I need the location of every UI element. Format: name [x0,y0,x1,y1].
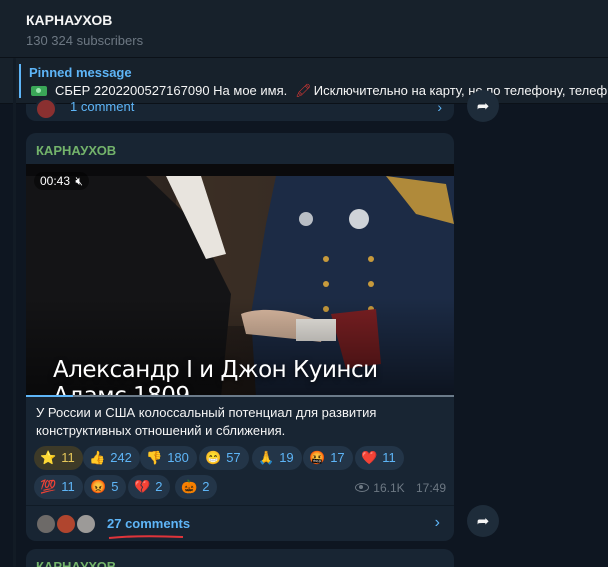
reaction-pray[interactable]: 🙏 19 [252,446,302,470]
broken-heart-icon: 💔 [134,479,151,494]
reaction-count: 2 [202,479,210,494]
thumbs-up-icon: 👍 [89,450,106,465]
video-progress-fill [26,395,74,397]
muted-speaker-icon[interactable]: 🔇︎ [75,174,83,188]
subscriber-count: 130 324 subscribers [26,33,144,48]
scrollbar[interactable] [13,58,16,567]
reaction-star[interactable]: ⭐ 11 [34,446,83,470]
pinned-label: Pinned message [29,65,132,80]
view-count: 16.1K [373,481,405,495]
reaction-count: 17 [330,450,345,465]
red-underline-annotation [108,535,184,539]
reaction-heart[interactable]: ❤️ 11 [355,446,404,470]
red-marker-icon: 🖍 [295,83,312,98]
star-icon: ⭐ [40,450,57,465]
reaction-count: 19 [279,450,294,465]
video-timer: 00:43 🔇︎ [34,172,89,190]
reaction-thumbs-down[interactable]: 👎 180 [140,446,197,470]
timer-text: 00:43 [40,174,71,188]
reaction-count: 180 [167,450,189,465]
next-post[interactable]: КАРНАУХОВ [26,549,454,567]
share-icon: ➦ [476,513,490,530]
reaction-grin[interactable]: 😁 57 [199,446,249,470]
hundred-icon: 💯 [40,479,57,494]
pumpkin-icon: 🎃 [181,479,198,494]
pinned-indicator [19,64,21,98]
eye-icon [355,483,370,492]
commenter-avatar [35,513,57,535]
reaction-count: 11 [61,479,75,494]
share-icon: ➦ [476,98,490,115]
thumbs-down-icon: 👎 [146,450,163,465]
chevron-right-icon[interactable]: › [437,99,442,115]
grin-icon: 😁 [205,450,222,465]
reaction-count: 11 [382,450,396,465]
previous-message: 1 comment › [26,98,454,121]
reaction-angry[interactable]: 😡 5 [84,475,127,499]
channel-post[interactable]: КАРНАУХОВ 00:43 🔇︎ Александр I и Джон Ку… [26,133,454,541]
share-button-previous[interactable]: ➦ [467,90,499,122]
pray-icon: 🙏 [258,450,275,465]
post-author[interactable]: КАРНАУХОВ [36,143,116,158]
commenter-avatar [75,513,97,535]
cash-icon [31,86,47,96]
reaction-count: 2 [155,479,163,494]
post-meta: 16.1K 17:49 [355,481,446,495]
previous-comments-link[interactable]: 1 comment [70,99,134,114]
reaction-pumpkin[interactable]: 🎃 2 [175,475,218,499]
post-text: У России и США колоссальный потенциал дл… [36,405,377,438]
channel-header[interactable]: КАРНАУХОВ 130 324 subscribers [0,0,608,58]
video-player[interactable]: 00:43 🔇︎ Александр I и Джон Куинси Адамс… [26,164,454,397]
pinned-text: СБЕР 2202200527167090 На мое имя. 🖍 Исключ… [31,83,607,99]
pinned-message-bar[interactable]: Pinned message СБЕР 2202200527167090 На … [0,58,608,104]
angry-face-icon: 😡 [90,479,107,494]
reaction-count: 242 [110,450,132,465]
share-button[interactable]: ➦ [467,505,499,537]
post-time: 17:49 [415,481,446,495]
chevron-right-icon[interactable]: › [435,514,440,532]
heart-icon: ❤️ [361,450,378,465]
commenter-avatar [55,513,77,535]
video-progress-bar[interactable] [26,395,454,397]
video-caption: Александр I и Джон Куинси Адамс 1809 [53,357,378,397]
reaction-count: 5 [111,479,119,494]
reaction-count: 11 [61,450,75,465]
reaction-cursing[interactable]: 🤬 17 [303,446,353,470]
reaction-count: 57 [226,450,241,465]
cursing-face-icon: 🤬 [309,450,326,465]
channel-name[interactable]: КАРНАУХОВ [26,12,112,28]
comments-link[interactable]: 27 comments [107,516,190,531]
comments-bar[interactable]: 27 comments › [26,505,454,541]
reaction-broken-heart[interactable]: 💔 2 [128,475,171,499]
pinned-text-rest: Исключительно на карту, не по телефону, … [313,83,608,98]
reaction-thumbs-up[interactable]: 👍 242 [83,446,140,470]
reaction-hundred[interactable]: 💯 11 [34,475,83,499]
pinned-text-main: СБЕР 2202200527167090 На мое имя. [55,83,288,98]
post-author[interactable]: КАРНАУХОВ [36,559,116,567]
commenter-avatar [35,98,57,120]
